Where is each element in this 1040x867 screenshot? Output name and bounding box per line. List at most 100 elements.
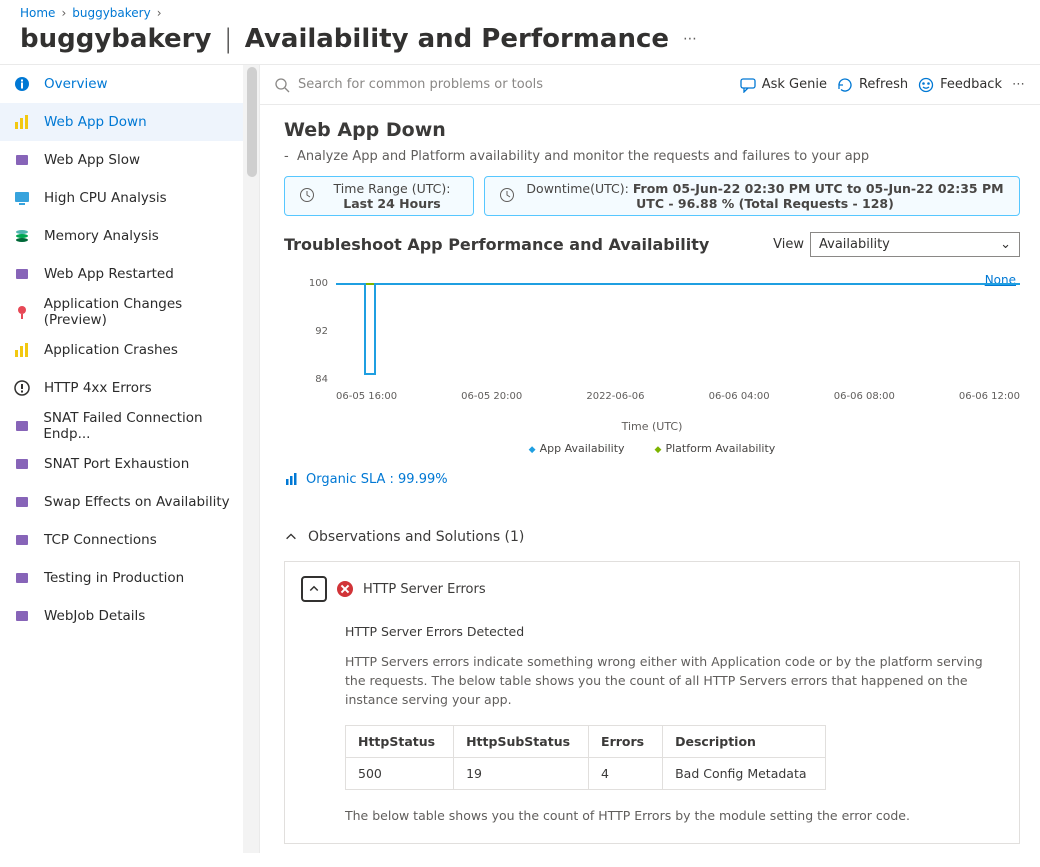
package-icon: [12, 532, 32, 548]
sidebar-item-high-cpu[interactable]: High CPU Analysis: [0, 179, 259, 217]
sidebar-item-label: Application Crashes: [44, 342, 178, 358]
x-axis-label: Time (UTC): [284, 420, 1020, 433]
scrollbar-thumb[interactable]: [247, 67, 257, 177]
package-icon: [12, 456, 32, 472]
observation-panel: HTTP Server Errors HTTP Server Errors De…: [284, 561, 1020, 844]
table-header: Errors: [589, 726, 663, 758]
sidebar-item-app-changes[interactable]: Application Changes (Preview): [0, 293, 259, 331]
error-icon: [337, 581, 353, 597]
pin-icon: [12, 304, 32, 320]
chevron-up-icon: [308, 583, 320, 595]
sidebar-item-overview[interactable]: Overview: [0, 65, 259, 103]
monitor-icon: [12, 190, 32, 206]
sidebar-item-testing[interactable]: Testing in Production: [0, 559, 259, 597]
smile-icon: [918, 77, 934, 93]
package-icon: [12, 494, 32, 510]
sla-link[interactable]: Organic SLA : 99.99%: [284, 471, 448, 487]
package-icon: [12, 570, 32, 586]
sidebar-item-label: Overview: [44, 76, 108, 92]
breadcrumb-home[interactable]: Home: [20, 6, 55, 20]
more-icon[interactable]: ⋯: [683, 31, 698, 47]
chevron-right-icon: ›: [157, 6, 162, 20]
app-line: [376, 283, 1020, 285]
search-input[interactable]: [298, 77, 618, 92]
observations-toggle[interactable]: Observations and Solutions (1): [284, 529, 1020, 545]
breadcrumb-project[interactable]: buggybakery: [72, 6, 150, 20]
ask-genie-button[interactable]: Ask Genie: [740, 77, 827, 93]
view-select[interactable]: Availability ⌄: [810, 232, 1020, 257]
chat-icon: [740, 77, 756, 93]
sidebar-item-label: Application Changes (Preview): [44, 296, 247, 328]
sidebar-item-crashes[interactable]: Application Crashes: [0, 331, 259, 369]
sidebar-item-label: Web App Restarted: [44, 266, 174, 282]
sidebar-item-label: WebJob Details: [44, 608, 145, 624]
table-header: HttpStatus: [346, 726, 454, 758]
chevron-down-icon: ⌄: [1000, 237, 1011, 252]
scrollbar-track: [243, 65, 259, 853]
table-header: HttpSubStatus: [454, 726, 589, 758]
refresh-button[interactable]: Refresh: [837, 77, 908, 93]
app-line: [336, 283, 364, 285]
package-icon: [12, 608, 32, 624]
sidebar-item-restarted[interactable]: Web App Restarted: [0, 255, 259, 293]
sidebar-item-label: TCP Connections: [44, 532, 157, 548]
sidebar-item-label: SNAT Port Exhaustion: [44, 456, 189, 472]
page-title: buggybakery | Availability and Performan…: [20, 24, 669, 54]
chart-icon: [284, 471, 300, 487]
clock-icon: [299, 187, 315, 206]
sidebar-item-swap[interactable]: Swap Effects on Availability: [0, 483, 259, 521]
collapse-button[interactable]: [301, 576, 327, 602]
app-dip: [364, 283, 376, 379]
package-icon: [12, 152, 32, 168]
page-title-row: buggybakery | Availability and Performan…: [0, 24, 1040, 64]
sidebar-item-snat-failed[interactable]: SNAT Failed Connection Endp...: [0, 407, 259, 445]
sidebar-item-label: HTTP 4xx Errors: [44, 380, 152, 396]
clock-icon: [499, 187, 515, 206]
more-icon[interactable]: ⋯: [1012, 77, 1026, 92]
errors-table: HttpStatus HttpSubStatus Errors Descript…: [345, 725, 826, 790]
troubleshoot-title: Troubleshoot App Performance and Availab…: [284, 235, 709, 254]
sidebar-item-webjob[interactable]: WebJob Details: [0, 597, 259, 635]
sidebar-item-4xx[interactable]: HTTP 4xx Errors: [0, 369, 259, 407]
sidebar-item-snat-exhaustion[interactable]: SNAT Port Exhaustion: [0, 445, 259, 483]
table-header: Description: [663, 726, 825, 758]
feedback-button[interactable]: Feedback: [918, 77, 1002, 93]
alert-icon: [12, 380, 32, 396]
table-row: 500 19 4 Bad Config Metadata: [346, 758, 826, 790]
main-content: Ask Genie Refresh Feedback ⋯ Web App Dow…: [260, 65, 1040, 853]
section-subtitle: - Analyze App and Platform availability …: [284, 149, 869, 164]
sidebar-item-tcp[interactable]: TCP Connections: [0, 521, 259, 559]
bars-icon: [12, 342, 32, 358]
sidebar-item-web-app-slow[interactable]: Web App Slow: [0, 141, 259, 179]
panel-title: HTTP Server Errors: [363, 582, 486, 597]
package-icon: [12, 418, 31, 434]
view-label: View: [773, 237, 804, 252]
sidebar-item-label: Web App Down: [44, 114, 147, 130]
y-axis: 100 92 84: [284, 279, 328, 423]
bars-icon: [12, 114, 32, 130]
stack-icon: [12, 228, 32, 244]
plot-area: [336, 283, 1020, 383]
sidebar: Overview Web App Down Web App Slow High …: [0, 65, 260, 853]
search-icon: [274, 77, 290, 93]
panel-footer: The below table shows you the count of H…: [345, 808, 999, 823]
panel-heading: HTTP Server Errors Detected: [345, 624, 999, 639]
refresh-icon: [837, 77, 853, 93]
sidebar-item-web-app-down[interactable]: Web App Down: [0, 103, 259, 141]
time-range-pill[interactable]: Time Range (UTC): Last 24 Hours: [284, 176, 474, 216]
sidebar-item-memory[interactable]: Memory Analysis: [0, 217, 259, 255]
chart-legend: App Availability Platform Availability: [284, 442, 1020, 455]
command-bar: Ask Genie Refresh Feedback ⋯: [260, 65, 1040, 105]
downtime-pill[interactable]: Downtime(UTC): From 05-Jun-22 02:30 PM U…: [484, 176, 1020, 216]
package-icon: [12, 266, 32, 282]
sidebar-item-label: Swap Effects on Availability: [44, 494, 230, 510]
x-axis: 06-05 16:00 06-05 20:00 2022-06-06 06-06…: [336, 391, 1020, 402]
sidebar-item-label: Web App Slow: [44, 152, 140, 168]
section-title: Web App Down: [284, 119, 446, 141]
legend-app: App Availability: [529, 442, 625, 455]
info-icon: [12, 76, 32, 92]
sidebar-item-label: High CPU Analysis: [44, 190, 167, 206]
chevron-up-icon: [284, 530, 298, 544]
sidebar-item-label: SNAT Failed Connection Endp...: [43, 410, 247, 442]
panel-description: HTTP Servers errors indicate something w…: [345, 653, 999, 709]
